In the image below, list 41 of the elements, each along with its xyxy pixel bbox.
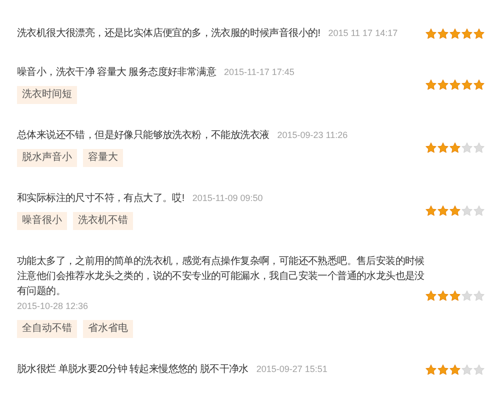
review-tag: 全自动不错 bbox=[17, 320, 77, 338]
filled-star-icon bbox=[437, 290, 449, 302]
filled-star-icon bbox=[449, 78, 461, 90]
filled-star-icon bbox=[461, 28, 473, 40]
filled-star-icon bbox=[425, 142, 437, 154]
filled-star-icon bbox=[437, 204, 449, 216]
filled-star-icon bbox=[449, 290, 461, 302]
review-text: 总体来说还不错，但是好像只能够放洗衣粉，不能放洗衣液 bbox=[17, 128, 270, 143]
review-date: 2015-11-17 17:45 bbox=[224, 66, 294, 79]
review-text: 功能太多了，之前用的简单的洗衣机，感觉有点操作复杂啊，可能还不熟悉吧。售后安装的时候注意他们会推荐水龙头之类的，说的不安专业的可能漏水，我自己安装一个普通的水龙头也是没有问题的。 bbox=[17, 254, 425, 299]
filled-star-icon bbox=[425, 290, 437, 302]
filled-star-icon bbox=[425, 28, 437, 40]
review-date: 2015-10-28 12:36 bbox=[17, 300, 88, 313]
filled-star-icon bbox=[473, 78, 485, 90]
filled-star-icon bbox=[473, 28, 485, 40]
review-text: 洗衣机很大很漂亮，还是比实体店便宜的多，洗衣服的时候声音很小的! bbox=[17, 26, 320, 41]
review-text: 和实际标注的尺寸不符，有点大了。哎! bbox=[17, 192, 184, 206]
review-date: 2015-09-27 15:51 bbox=[256, 363, 328, 376]
review-tag: 省水省电 bbox=[83, 320, 133, 338]
review-tag: 洗衣机不错 bbox=[73, 212, 133, 230]
review-tag: 噪音很小 bbox=[17, 212, 67, 230]
filled-star-icon bbox=[449, 364, 461, 376]
filled-star-icon bbox=[449, 28, 461, 40]
filled-star-icon bbox=[437, 28, 449, 40]
review-date: 2015-11-09 09:50 bbox=[192, 192, 263, 205]
review-text: 脱水很烂 单脱水要20分钟 转起来慢悠悠的 脱不干净水 bbox=[17, 362, 248, 377]
filled-star-icon bbox=[425, 364, 437, 376]
filled-star-icon bbox=[449, 204, 461, 216]
review-date: 2015 11 17 14:17 bbox=[328, 27, 398, 40]
review-text: 噪音小，洗衣干净 容量大 服务态度好非常满意 bbox=[17, 66, 216, 80]
filled-star-icon bbox=[461, 78, 473, 90]
filled-star-icon bbox=[437, 364, 449, 376]
filled-star-icon bbox=[449, 142, 461, 154]
filled-star-icon bbox=[437, 142, 449, 154]
review-tag: 脱水声音小 bbox=[17, 149, 77, 167]
filled-star-icon bbox=[425, 78, 437, 90]
filled-star-icon bbox=[425, 204, 437, 216]
review-tag: 容量大 bbox=[83, 149, 123, 167]
review-tag: 洗衣时间短 bbox=[17, 86, 77, 104]
review-date: 2015-09-23 11:26 bbox=[277, 129, 348, 142]
filled-star-icon bbox=[437, 78, 449, 90]
